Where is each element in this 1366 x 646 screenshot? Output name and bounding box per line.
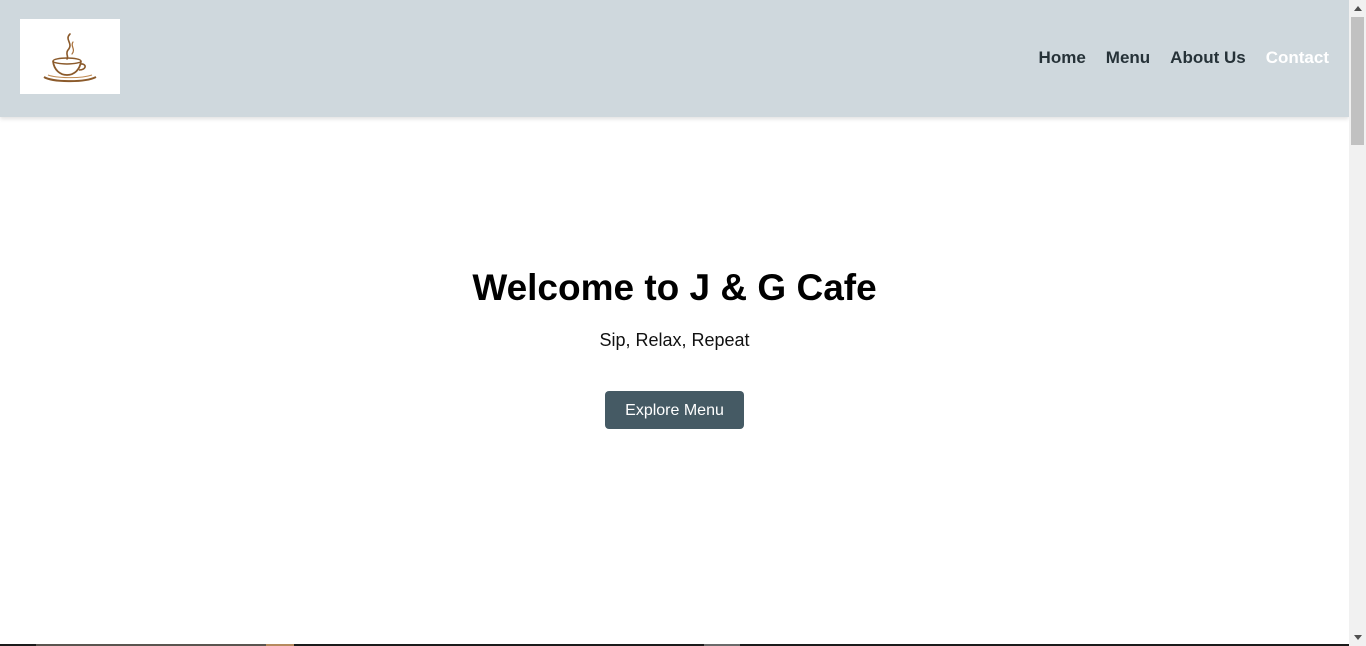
explore-menu-button[interactable]: Explore Menu: [605, 391, 744, 429]
page: Home Menu About Us Contact Welcome to J …: [0, 0, 1366, 646]
chevron-up-icon: [1353, 6, 1362, 11]
chevron-down-icon: [1353, 635, 1362, 640]
nav-home-link[interactable]: Home: [1039, 47, 1086, 69]
scroll-down-button[interactable]: [1349, 629, 1366, 646]
nav-about-link[interactable]: About Us: [1170, 47, 1246, 69]
nav-contact-link[interactable]: Contact: [1266, 47, 1329, 69]
scroll-up-button[interactable]: [1349, 0, 1366, 17]
hero-subtitle: Sip, Relax, Repeat: [599, 330, 750, 350]
site-logo[interactable]: [20, 19, 120, 94]
scroll-thumb[interactable]: [1351, 17, 1364, 145]
site-header: Home Menu About Us Contact: [0, 0, 1349, 117]
main-nav: Home Menu About Us Contact: [1039, 47, 1329, 69]
vertical-scrollbar[interactable]: [1349, 0, 1366, 646]
browser-viewport: Home Menu About Us Contact Welcome to J …: [0, 0, 1349, 646]
hero-title: Welcome to J & G Cafe: [472, 267, 877, 308]
coffee-cup-icon: [43, 32, 97, 82]
nav-menu-link[interactable]: Menu: [1106, 47, 1150, 69]
